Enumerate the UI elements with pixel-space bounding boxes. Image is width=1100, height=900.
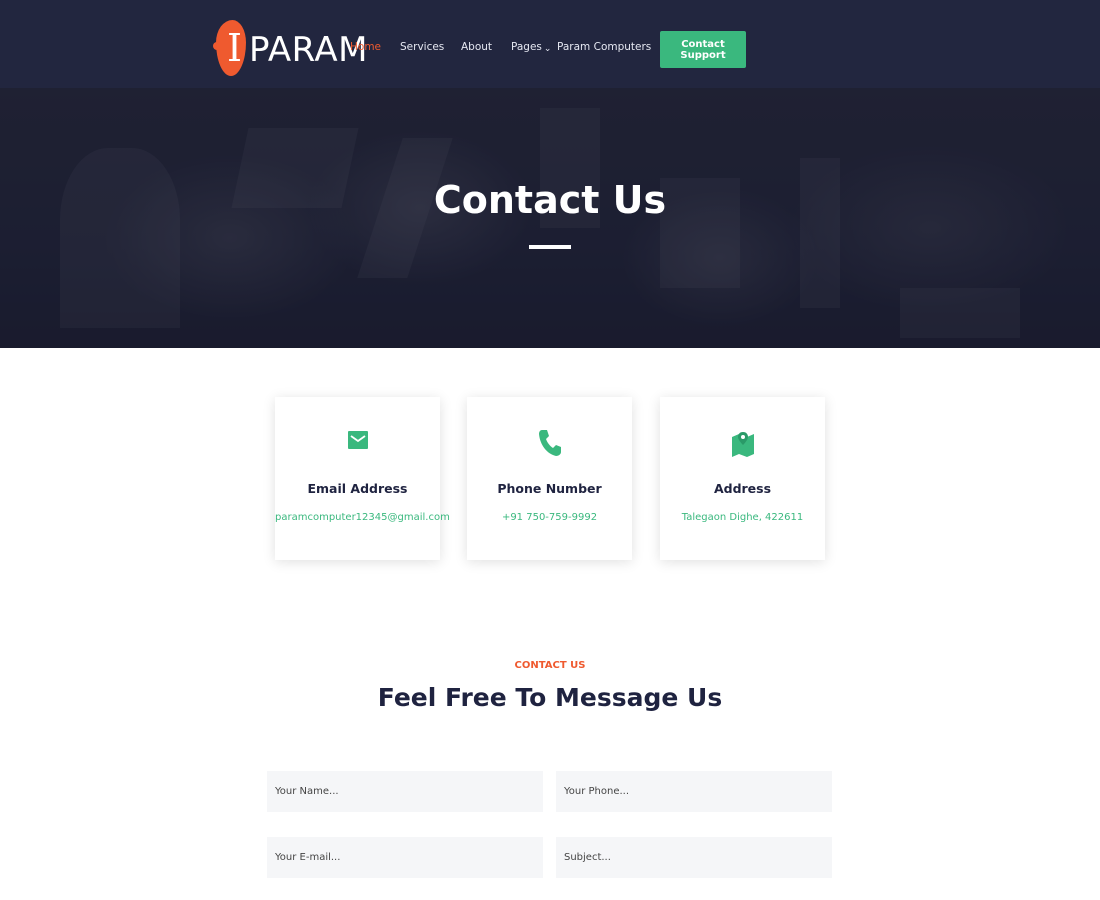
param-logo[interactable]: I PARAM <box>213 18 367 78</box>
nav-services-link[interactable]: Services <box>400 40 444 54</box>
page-title: Contact Us <box>433 178 667 222</box>
logo-initial: I <box>227 26 243 70</box>
map-pin-icon <box>660 429 825 459</box>
address-card: Address Talegaon Dighe, 422611 <box>660 397 825 560</box>
phone-input[interactable] <box>556 771 832 812</box>
section-title: Feel Free To Message Us <box>377 683 723 712</box>
phone-value[interactable]: +91 750-759-9992 <box>467 511 632 525</box>
email-card-title: Email Address <box>307 481 408 496</box>
name-input[interactable] <box>267 771 543 812</box>
phone-icon <box>467 429 632 459</box>
title-underline <box>529 245 571 249</box>
contact-support-button[interactable]: Contact Support <box>660 31 746 68</box>
envelope-icon <box>275 429 440 459</box>
top-navbar: I PARAM Home Services About Pages ⌄ Param… <box>0 0 1100 88</box>
phone-card-title: Phone Number <box>497 481 602 496</box>
address-card-title: Address <box>713 481 772 496</box>
nav-pages-label: Pages <box>511 41 542 53</box>
phone-card: Phone Number +91 750-759-9992 <box>467 397 632 560</box>
subject-input[interactable] <box>556 837 832 878</box>
email-card: Email Address paramcomputer12345@gmail.c… <box>275 397 450 560</box>
nav-pages-link[interactable]: Pages ⌄ <box>511 40 551 55</box>
nav-about-link[interactable]: About <box>461 40 492 54</box>
chevron-down-icon: ⌄ <box>543 44 552 54</box>
email-input[interactable] <box>267 837 543 878</box>
nav-param-computers-link[interactable]: Param Computers <box>557 40 651 54</box>
nav-home-link[interactable]: Home <box>350 40 381 54</box>
section-kicker: CONTACT US <box>514 660 586 671</box>
address-value: Talegaon Dighe, 422611 <box>681 512 804 523</box>
email-value[interactable]: paramcomputer12345@gmail.com <box>275 511 450 525</box>
hero-banner: Contact Us <box>0 88 1100 348</box>
